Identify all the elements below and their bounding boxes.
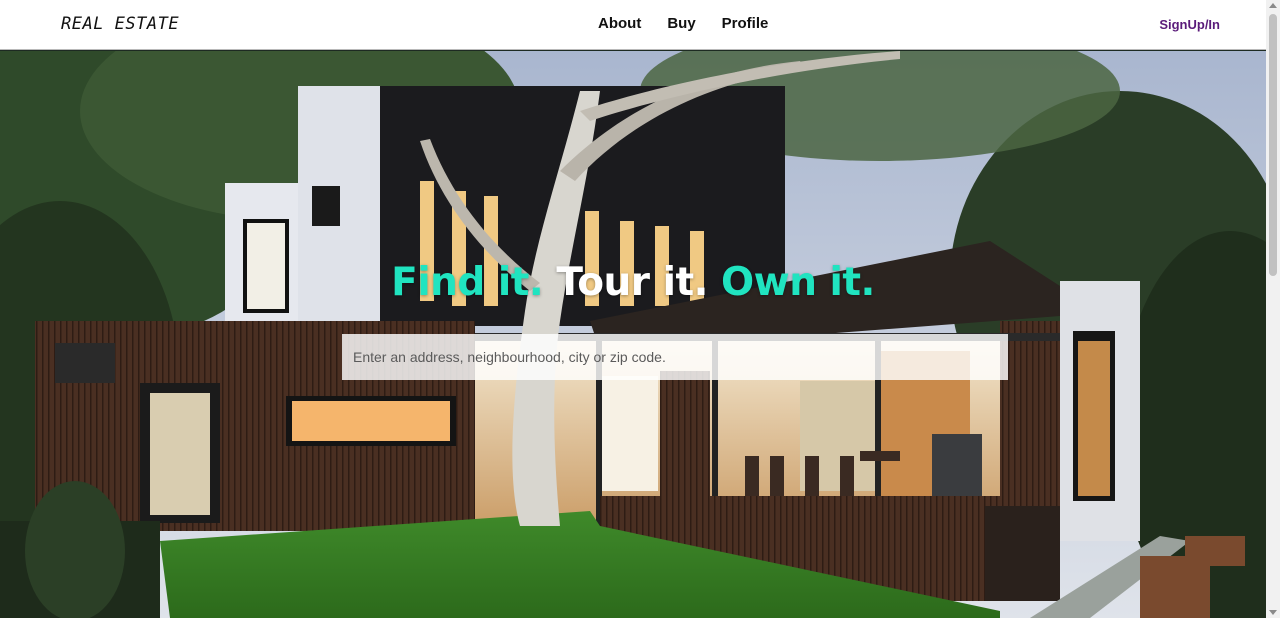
nav-link-buy[interactable]: Buy bbox=[667, 15, 695, 32]
address-search-input[interactable] bbox=[342, 334, 1008, 380]
nav-link-about[interactable]: About bbox=[598, 15, 641, 32]
hero-tagline: Find it. Tour it. Own it. bbox=[0, 260, 1266, 305]
tagline-own: Own it. bbox=[721, 260, 875, 305]
nav-links: About Buy Profile bbox=[598, 15, 768, 32]
site-logo[interactable]: REAL ESTATE bbox=[61, 14, 179, 34]
nav-link-profile[interactable]: Profile bbox=[722, 15, 769, 32]
signup-link[interactable]: SignUp/In bbox=[1159, 17, 1220, 32]
scroll-down-icon[interactable] bbox=[1269, 610, 1277, 615]
top-navbar: REAL ESTATE About Buy Profile SignUp/In bbox=[0, 0, 1266, 50]
scrollbar-thumb[interactable] bbox=[1269, 14, 1277, 276]
hero-section: Find it. Tour it. Own it. bbox=[0, 51, 1266, 618]
tagline-find: Find it. bbox=[391, 260, 544, 305]
page-scrollbar[interactable] bbox=[1266, 0, 1280, 618]
tagline-tour: Tour it. bbox=[556, 260, 708, 305]
scroll-up-icon[interactable] bbox=[1269, 3, 1277, 8]
